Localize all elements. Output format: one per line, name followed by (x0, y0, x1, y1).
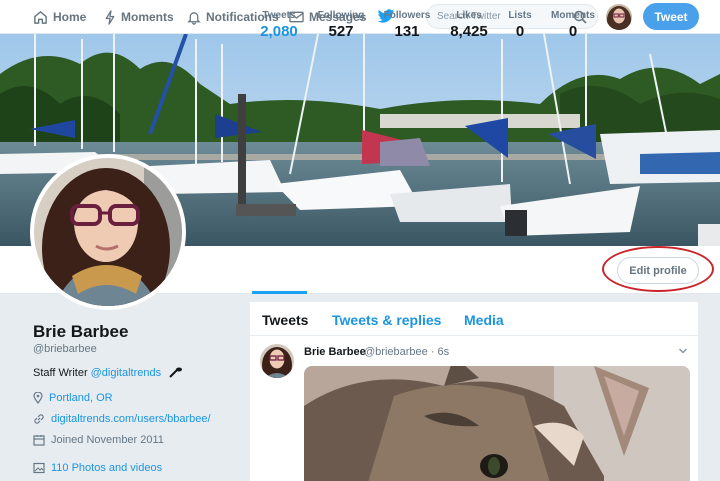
website-row: digitaltrends.com/users/bbarbee/ (33, 413, 211, 425)
location-link[interactable]: Portland, OR (49, 392, 113, 404)
cat-photo-image (304, 366, 690, 481)
lightning-icon (105, 9, 115, 25)
nav-home-label: Home (53, 10, 87, 24)
stat-moments-label: Moments (551, 10, 595, 21)
stat-moments[interactable]: Moments 0 (548, 10, 598, 40)
link-icon (34, 414, 44, 424)
stat-followers-label: Followers (383, 10, 431, 21)
bell-icon (187, 11, 201, 25)
stat-followers[interactable]: Followers 131 (380, 10, 434, 40)
nav-account-avatar[interactable] (606, 4, 632, 30)
stat-tweets-label: Tweets (262, 10, 296, 21)
highlight-circle-annotation (602, 246, 714, 292)
avatar-image (34, 158, 182, 306)
profile-name[interactable]: Brie Barbee (33, 322, 128, 342)
home-icon (34, 10, 47, 24)
joined-row: Joined November 2011 (33, 434, 164, 446)
profile-bio: Staff Writer @digitaltrends (33, 367, 184, 379)
location-row: Portland, OR (33, 392, 113, 404)
stat-tweets-value: 2,080 (260, 23, 298, 40)
avatar-image (260, 344, 294, 378)
profile-handle[interactable]: @briebarbee (33, 343, 97, 355)
stat-likes[interactable]: Likes 8,425 (443, 10, 495, 40)
stat-likes-label: Likes (456, 10, 482, 21)
stat-lists-value: 0 (515, 23, 525, 40)
tweet-button[interactable]: Tweet (643, 3, 699, 30)
nav-moments[interactable]: Moments (104, 0, 174, 34)
nav-home[interactable]: Home (33, 0, 86, 34)
stat-following-value: 527 (328, 23, 354, 40)
nav-moments-label: Moments (121, 10, 174, 24)
active-tab-indicator (252, 291, 307, 294)
stat-lists-label: Lists (508, 10, 532, 21)
calendar-icon (33, 435, 45, 446)
tweet-handle-time[interactable]: @briebarbee · 6s (364, 346, 449, 358)
timeline-tabs: Tweets Tweets & replies Media (250, 302, 698, 336)
microphone-icon (169, 367, 183, 378)
stat-lists[interactable]: Lists 0 (505, 10, 535, 40)
bio-mention-link[interactable]: @digitaltrends (91, 367, 161, 379)
stat-following-label: Following (317, 10, 365, 21)
stat-moments-value: 0 (568, 23, 578, 40)
stat-tweets[interactable]: Tweets 2,080 (254, 10, 304, 40)
profile-avatar[interactable] (30, 154, 186, 310)
photos-videos-link[interactable]: 110 Photos and videos (51, 462, 162, 474)
stat-following[interactable]: Following 527 (314, 10, 368, 40)
tab-media[interactable]: Media (464, 312, 504, 328)
avatar-image (606, 4, 632, 30)
tweet-author-name[interactable]: Brie Barbee (304, 346, 366, 358)
timeline-panel: Tweets Tweets & replies Media Brie Barbe… (250, 302, 698, 481)
bio-text: Staff Writer (33, 367, 88, 379)
image-icon (33, 462, 45, 474)
chevron-down-icon[interactable] (678, 346, 688, 356)
tweet-author-avatar[interactable] (260, 344, 294, 378)
stat-likes-value: 8,425 (450, 23, 488, 40)
location-pin-icon (33, 392, 43, 404)
tab-tweets-replies[interactable]: Tweets & replies (332, 312, 441, 328)
joined-date: Joined November 2011 (51, 434, 164, 446)
media-row: 110 Photos and videos (33, 462, 162, 474)
tab-tweets[interactable]: Tweets (262, 312, 308, 328)
tweet-photo[interactable] (304, 366, 690, 481)
website-link[interactable]: digitaltrends.com/users/bbarbee/ (51, 413, 211, 425)
stat-followers-value: 131 (394, 23, 420, 40)
